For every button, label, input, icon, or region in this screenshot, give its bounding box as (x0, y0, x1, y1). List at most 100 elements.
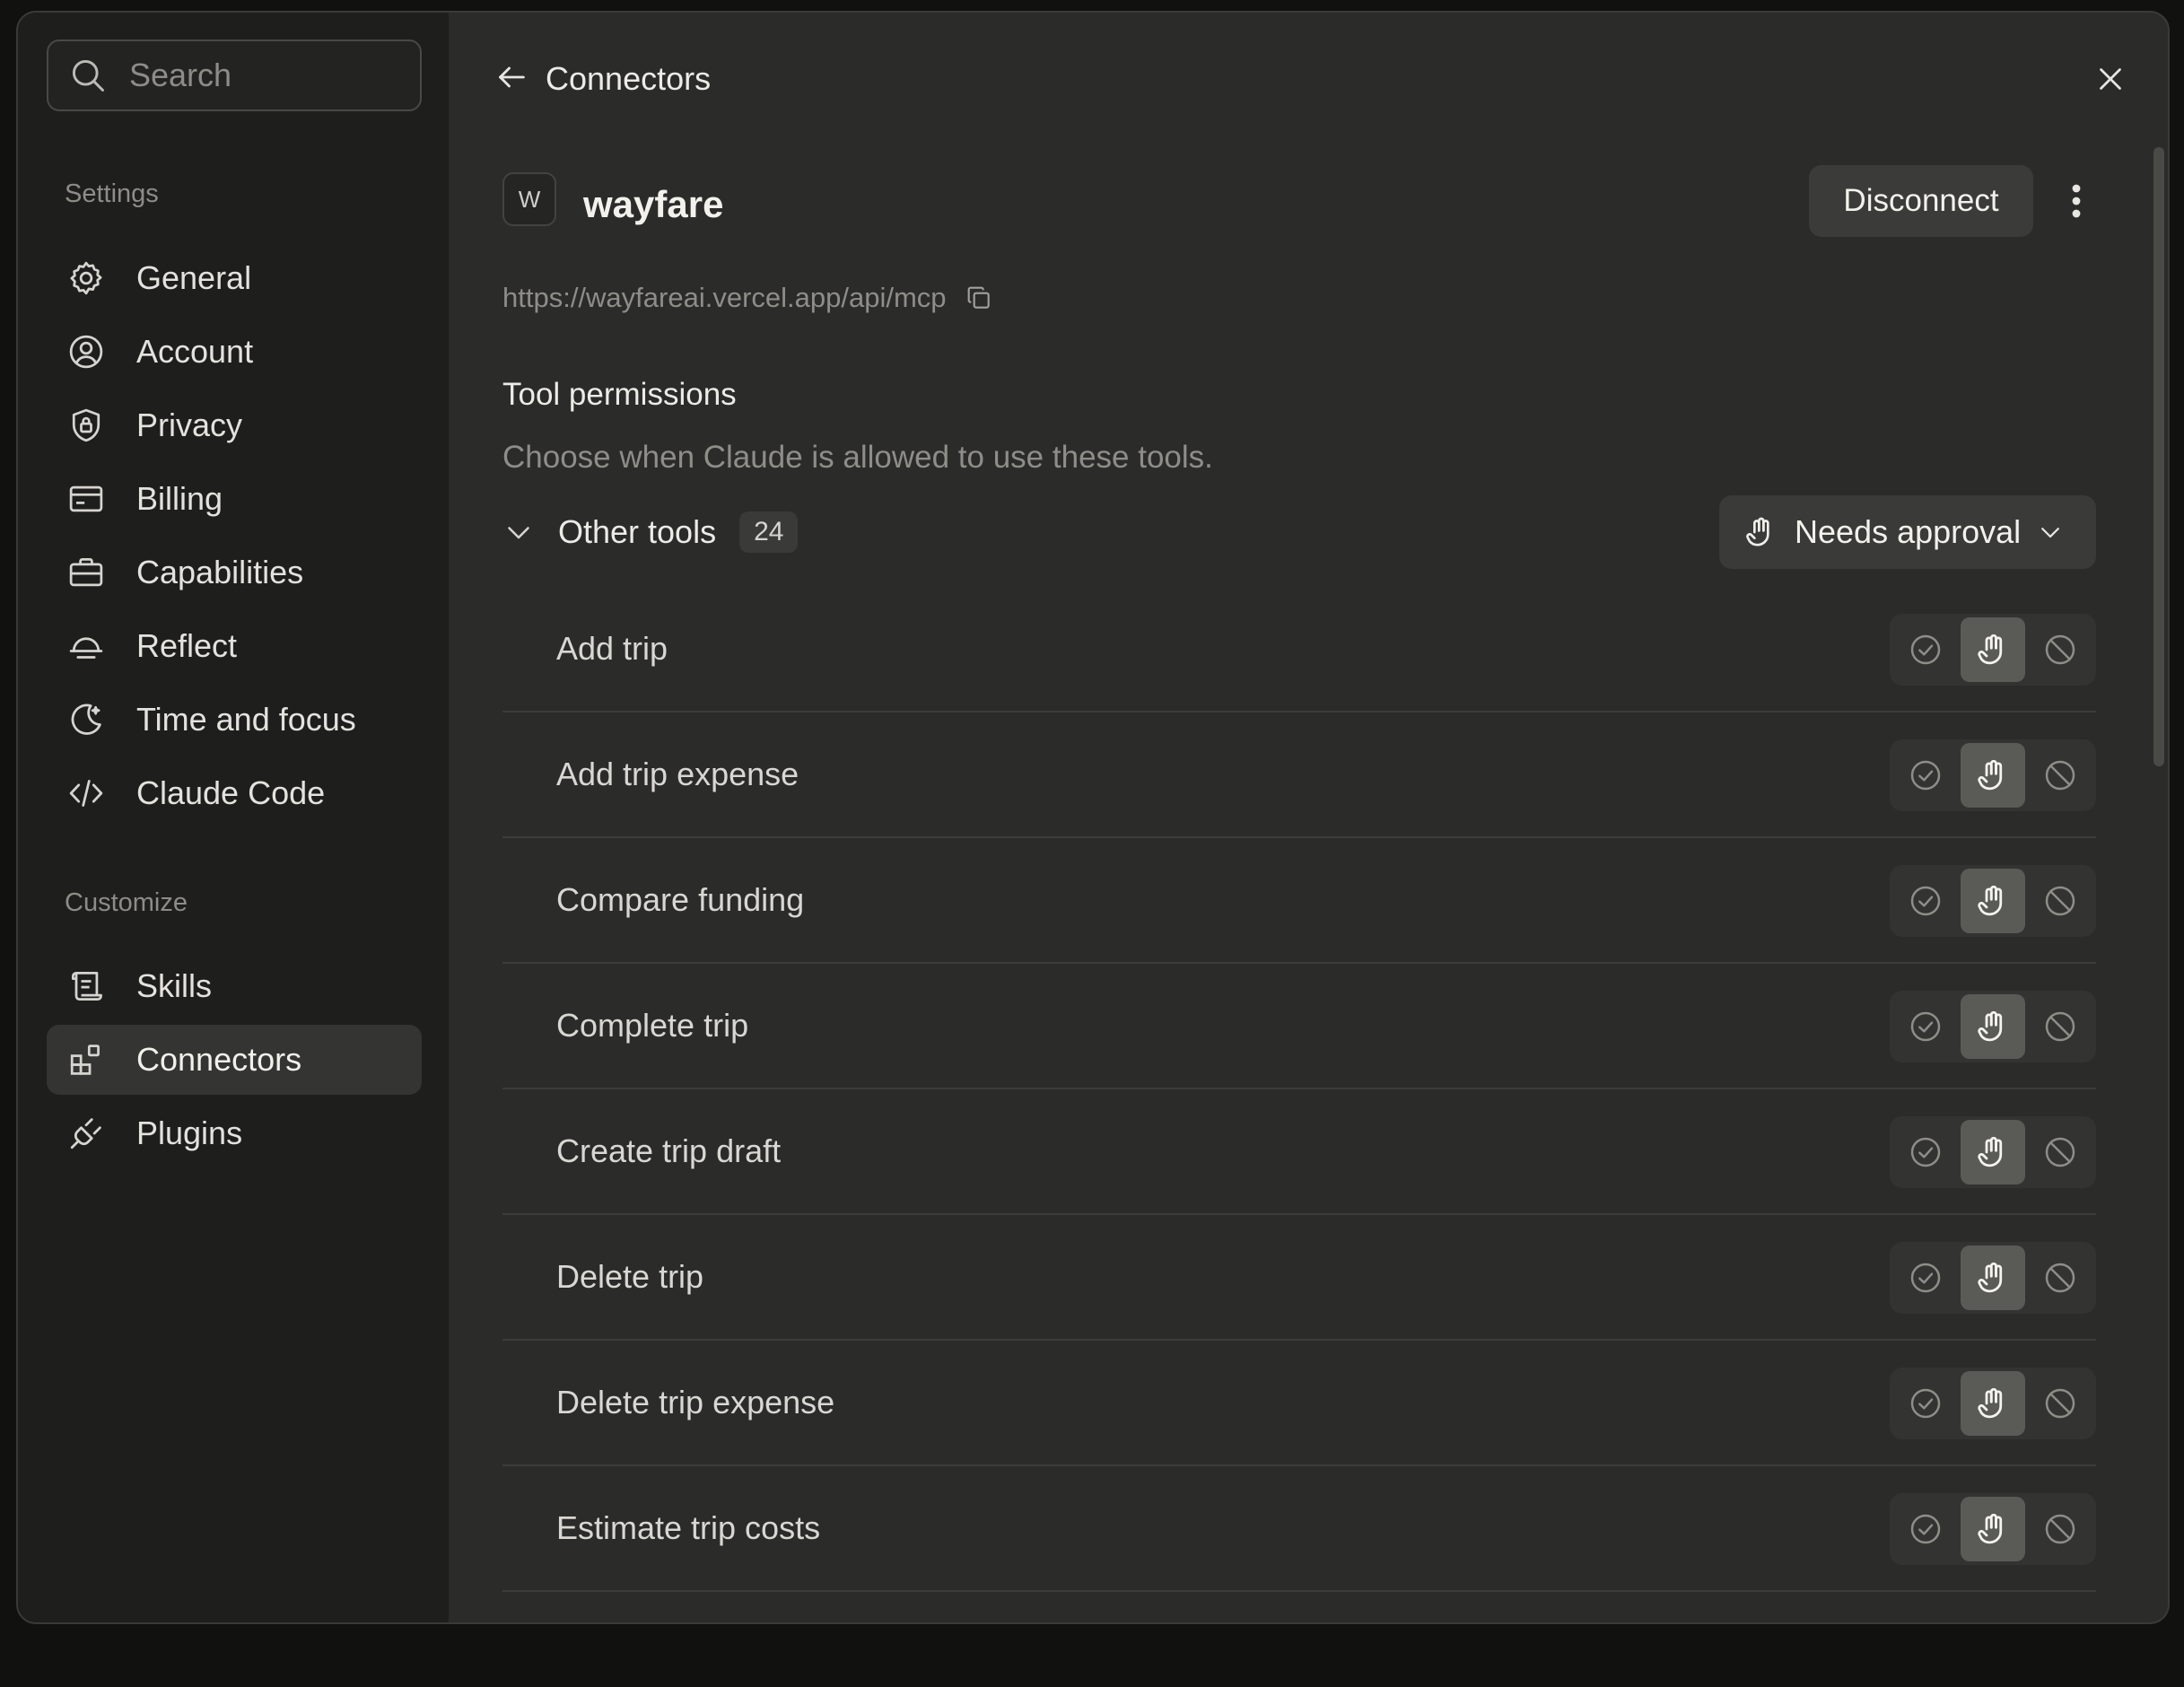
disconnect-button[interactable]: Disconnect (1809, 165, 2033, 237)
needs-approval-button[interactable] (1961, 1371, 2025, 1436)
copy-icon[interactable] (965, 284, 993, 312)
sidebar-item-reflect[interactable]: Reflect (47, 611, 422, 681)
sidebar-item-billing[interactable]: Billing (47, 464, 422, 534)
tool-permission-selector (1890, 1368, 2096, 1439)
sidebar-item-skills[interactable]: Skills (47, 951, 422, 1021)
tool-name: Estimate trip costs (556, 1509, 821, 1546)
needs-approval-button[interactable] (1961, 617, 2025, 682)
tool-permission-selector (1890, 865, 2096, 937)
sidebar-item-label: Billing (136, 480, 223, 517)
hand-icon (1978, 1513, 2003, 1544)
block-button[interactable] (2028, 869, 2092, 933)
credit-card-icon (66, 479, 117, 519)
needs-approval-button[interactable] (1961, 1497, 2025, 1561)
tool-row: Create trip draft (502, 1089, 2096, 1215)
block-button[interactable] (2028, 617, 2092, 682)
tool-permissions-title: Tool permissions (502, 377, 737, 412)
block-icon (2045, 1388, 2075, 1419)
gear-icon (66, 258, 117, 298)
needs-approval-button[interactable] (1961, 1120, 2025, 1184)
group-permission-dropdown[interactable]: Needs approval (1719, 495, 2096, 569)
sidebar-item-account[interactable]: Account (47, 317, 422, 387)
block-button[interactable] (2028, 1497, 2092, 1561)
needs-approval-button[interactable] (1961, 743, 2025, 808)
toolbox-icon (66, 553, 117, 592)
shield-lock-icon (66, 406, 117, 445)
block-button[interactable] (2028, 1371, 2092, 1436)
block-button[interactable] (2028, 1246, 2092, 1310)
sidebar-item-privacy[interactable]: Privacy (47, 390, 422, 460)
hand-icon (1978, 1387, 2003, 1419)
more-options-icon[interactable] (2058, 179, 2094, 223)
tool-permission-selector (1890, 1242, 2096, 1314)
tool-name: Delete trip (556, 1258, 704, 1295)
hand-icon (1978, 885, 2003, 916)
block-button[interactable] (2028, 743, 2092, 808)
always-allow-button[interactable] (1893, 1371, 1958, 1436)
always-allow-button[interactable] (1893, 743, 1958, 808)
block-icon (2045, 634, 2075, 665)
tool-permissions-description: Choose when Claude is allowed to use the… (502, 440, 1213, 475)
sidebar-item-time-and-focus[interactable]: Time and focus (47, 685, 422, 755)
needs-approval-button[interactable] (1961, 994, 2025, 1059)
block-button[interactable] (2028, 1120, 2092, 1184)
sidebar-item-claude-code[interactable]: Claude Code (47, 758, 422, 828)
always-allow-button[interactable] (1893, 869, 1958, 933)
sidebar-item-label: Claude Code (136, 774, 326, 811)
connector-url: https://wayfareai.vercel.app/api/mcp (502, 282, 947, 313)
sidebar-item-connectors[interactable]: Connectors (47, 1025, 422, 1095)
sidebar-item-label: Account (136, 333, 254, 370)
hand-icon (1978, 759, 2003, 791)
tool-permission-selector (1890, 1116, 2096, 1188)
sidebar-item-label: Time and focus (136, 701, 356, 738)
sidebar-item-label: Reflect (136, 627, 238, 664)
tool-group-toggle[interactable]: Other tools 24 (502, 511, 799, 553)
hand-icon (1978, 1010, 2003, 1042)
settings-window: Settings General Account Privacy Billing (16, 11, 2170, 1624)
tool-row: Add trip expense (502, 712, 2096, 838)
tool-row: Delete trip (502, 1215, 2096, 1341)
always-allow-button[interactable] (1893, 1246, 1958, 1310)
tool-name: Compare funding (556, 881, 805, 918)
back-arrow-icon[interactable] (494, 59, 529, 95)
sidebar: Settings General Account Privacy Billing (18, 13, 449, 1622)
connector-url-row: https://wayfareai.vercel.app/api/mcp (502, 282, 993, 314)
connectors-icon (66, 1040, 117, 1080)
tool-name: Delete trip expense (556, 1384, 835, 1420)
tool-permission-selector (1890, 739, 2096, 811)
sidebar-item-capabilities[interactable]: Capabilities (47, 538, 422, 607)
search-input[interactable] (129, 57, 398, 94)
tool-name: Add trip (556, 630, 668, 667)
check-circle-icon (1910, 634, 1941, 665)
needs-approval-button[interactable] (1961, 869, 2025, 933)
always-allow-button[interactable] (1893, 617, 1958, 682)
tool-count-badge: 24 (739, 511, 799, 553)
search-icon (72, 59, 104, 92)
sidebar-item-label: Plugins (136, 1114, 243, 1151)
sunset-icon (66, 626, 117, 666)
tool-row: Estimate trip costs (502, 1466, 2096, 1592)
connector-name: wayfare (583, 183, 724, 225)
sidebar-item-label: Capabilities (136, 554, 304, 590)
tool-permission-selector (1890, 614, 2096, 686)
code-icon (66, 774, 117, 813)
sidebar-item-plugins[interactable]: Plugins (47, 1098, 422, 1168)
needs-approval-button[interactable] (1961, 1246, 2025, 1310)
hand-icon (1978, 1136, 2003, 1167)
scrollbar-thumb[interactable] (2153, 147, 2164, 766)
block-button[interactable] (2028, 994, 2092, 1059)
always-allow-button[interactable] (1893, 1497, 1958, 1561)
sidebar-item-general[interactable]: General (47, 243, 422, 313)
block-icon (2045, 1514, 2075, 1544)
scroll-icon (66, 966, 117, 1006)
connector-logo: W (502, 172, 556, 226)
tool-row: Complete trip (502, 964, 2096, 1089)
user-circle-icon (66, 332, 117, 371)
close-icon[interactable] (2091, 59, 2130, 99)
group-permission-value: Needs approval (1795, 513, 2022, 550)
always-allow-button[interactable] (1893, 1120, 1958, 1184)
sidebar-item-label: Connectors (136, 1041, 302, 1078)
search-box[interactable] (47, 39, 422, 111)
check-circle-icon (1910, 1011, 1941, 1042)
always-allow-button[interactable] (1893, 994, 1958, 1059)
